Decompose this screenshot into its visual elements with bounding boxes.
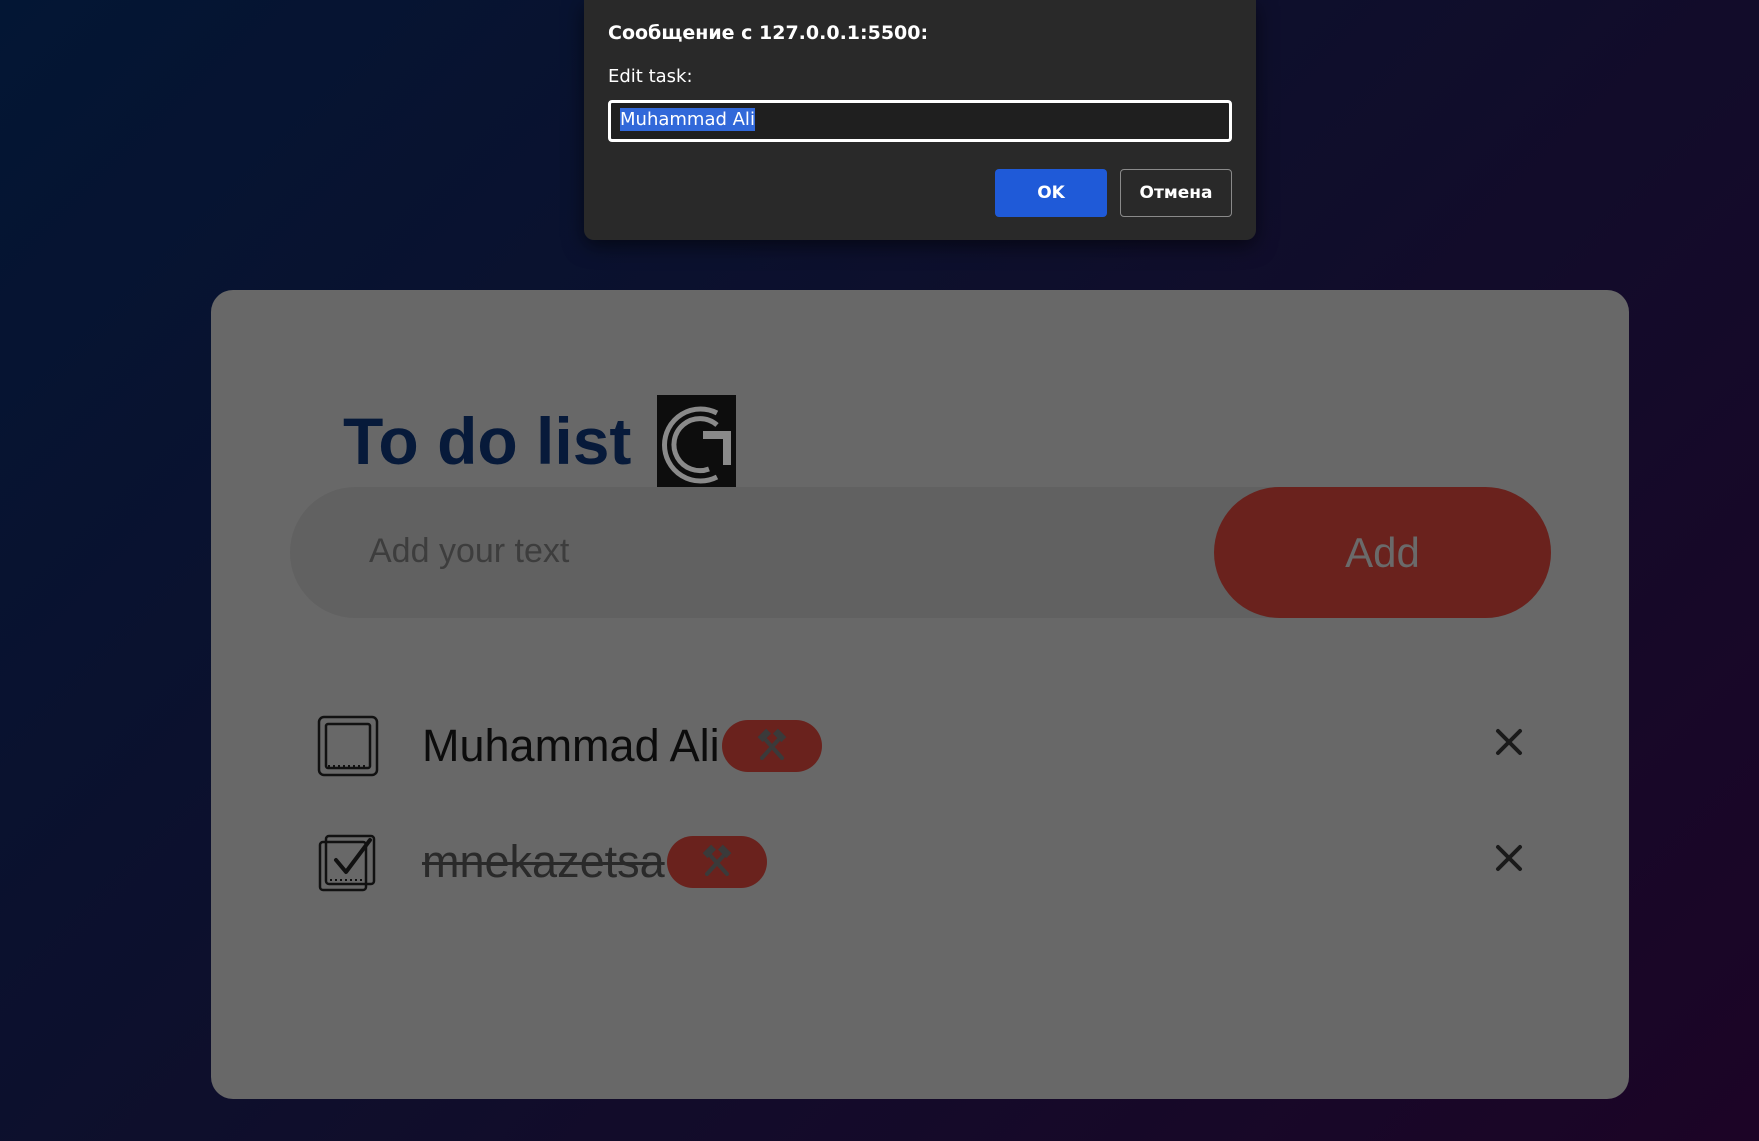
edit-button[interactable] [666, 836, 767, 888]
hammer-pick-icon [757, 728, 786, 760]
prompt-dialog: Сообщение с 127.0.0.1:5500: Edit task: M… [584, 0, 1256, 240]
dialog-title: Сообщение с 127.0.0.1:5500: [608, 22, 929, 44]
task-text: Muhammad Ali [422, 720, 822, 772]
dialog-message: Edit task: [608, 66, 693, 87]
list-item: mnekazetsa [316, 827, 1522, 897]
ok-button[interactable]: OK [995, 169, 1107, 217]
unchecked-box-icon[interactable] [316, 714, 380, 778]
hammer-pick-icon [702, 844, 731, 876]
todo-card: To do list Add your text Add Muhammad Al… [211, 290, 1629, 1099]
task-label: Muhammad Ali [422, 720, 720, 771]
checked-box-icon[interactable] [316, 830, 380, 894]
cancel-button[interactable]: Отмена [1120, 169, 1232, 217]
close-icon[interactable] [1492, 841, 1526, 875]
selected-text: Muhammad Ali [620, 108, 755, 131]
task-text: mnekazetsa [422, 836, 767, 888]
edit-task-input[interactable]: Muhammad Ali [608, 100, 1232, 142]
close-icon[interactable] [1492, 725, 1526, 759]
list-item: Muhammad Ali [316, 711, 1522, 781]
task-label: mnekazetsa [422, 836, 665, 887]
edit-button[interactable] [721, 720, 822, 772]
task-list: Muhammad Ali mnekazetsa [211, 290, 1629, 1099]
